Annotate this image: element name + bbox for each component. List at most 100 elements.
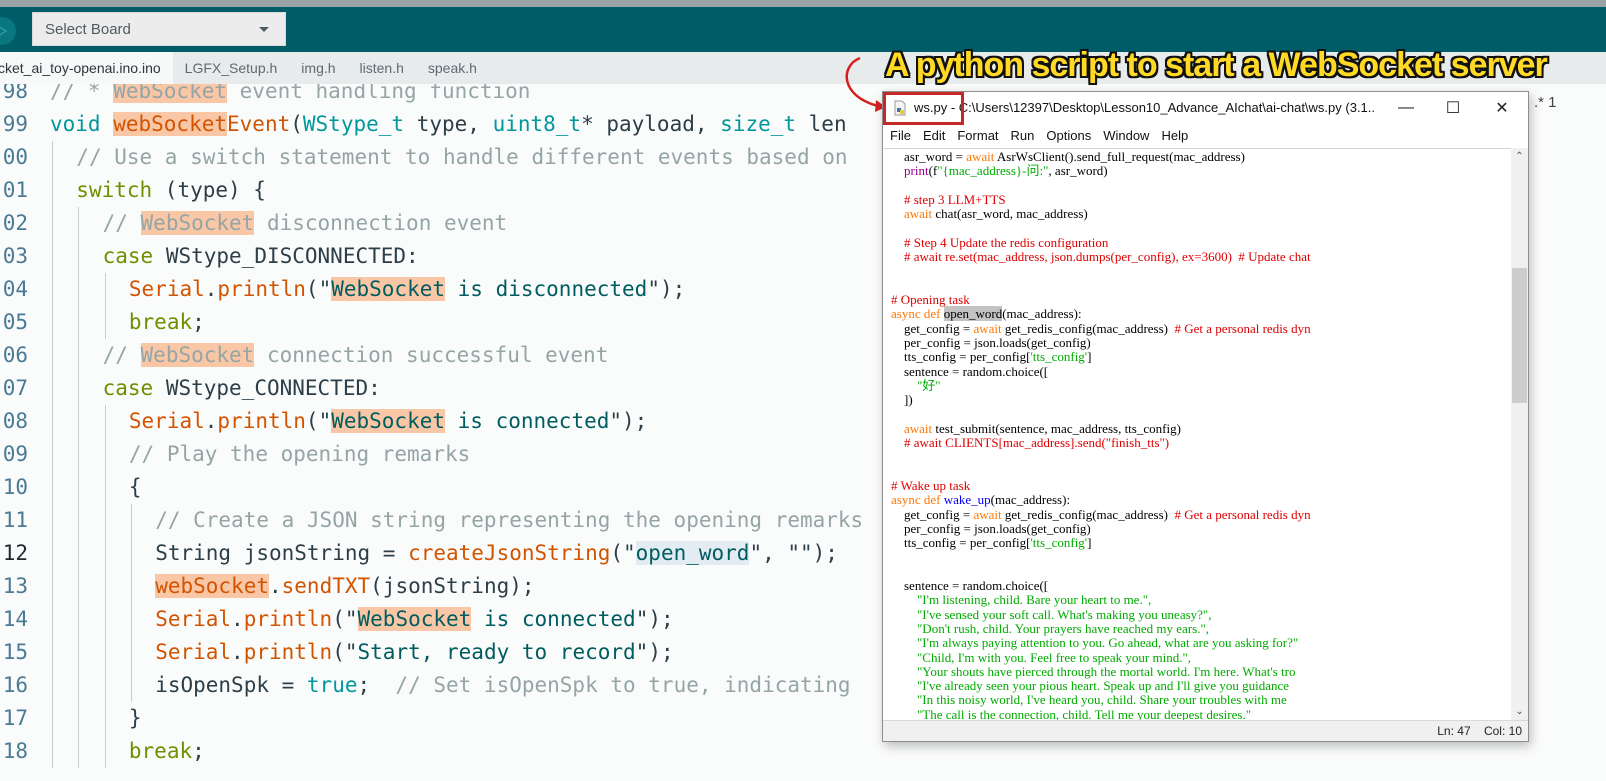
board-select-dropdown[interactable]: Select Board — [32, 12, 286, 46]
python-token: # await re.set(mac_address, json.dumps(p… — [891, 249, 1311, 265]
indent-guide — [104, 471, 106, 504]
indent-guide — [130, 636, 132, 669]
code-token: createJsonString — [408, 541, 611, 565]
idle-status-bar: Ln: 47 Col: 10 — [883, 720, 1528, 741]
code-token: WebSocket — [357, 607, 472, 631]
python-code-line: get_config = await get_redis_config(mac_… — [891, 506, 1311, 522]
minimize-button[interactable]: — — [1383, 92, 1429, 123]
code-text: void webSocketEvent(WStype_t type, uint8… — [50, 108, 847, 141]
code-token: Serial — [128, 277, 205, 301]
indent-guide — [52, 636, 53, 669]
tab-4[interactable]: speak.h — [416, 52, 489, 84]
python-token: "{mac_address}-问:" — [937, 163, 1049, 179]
indent-guide — [52, 537, 53, 570]
code-token: is connected — [445, 409, 610, 433]
menu-item-help[interactable]: Help — [1155, 128, 1194, 143]
tab-2[interactable]: img.h — [289, 52, 347, 84]
code-token: println — [243, 607, 333, 631]
idle-code-area[interactable]: asr_word = await AsrWsClient().send_full… — [884, 148, 1511, 720]
tab-1[interactable]: LGFX_Setup.h — [173, 52, 290, 84]
python-token: "I've already seen your pious heart. Spe… — [891, 678, 1290, 694]
tab-3[interactable]: listen.h — [348, 52, 416, 84]
code-token: (" — [332, 607, 358, 631]
menu-item-edit[interactable]: Edit — [917, 128, 951, 143]
python-token: await — [966, 149, 995, 164]
indent-guide — [52, 438, 53, 471]
python-code-line: "Child, I'm with you. Feel free to speak… — [891, 650, 1191, 665]
code-token: WStype_t — [302, 112, 405, 136]
menu-item-window[interactable]: Window — [1097, 128, 1155, 143]
scrollbar-thumb[interactable] — [1512, 268, 1527, 403]
python-token: (mac_address): — [990, 492, 1071, 508]
maximize-button[interactable]: ☐ — [1430, 92, 1476, 123]
annotation-caption: A python script to start a WebSocket ser… — [885, 46, 1548, 84]
python-code-line: get_config = await get_redis_config(mac_… — [891, 321, 1311, 336]
code-token: "); — [635, 607, 674, 631]
code-token: is connected — [471, 607, 636, 631]
code-token: . — [268, 574, 282, 598]
code-token: "); — [635, 640, 674, 664]
code-token: connection successful event — [254, 343, 609, 367]
python-code-line: per_config = json.loads(get_config) — [891, 334, 1091, 350]
python-code-line: # Step 4 Update the redis configuration — [891, 234, 1109, 250]
indent-guide — [104, 702, 106, 735]
line-number: 03 — [2, 244, 28, 268]
scroll-down-icon[interactable]: ⌄ — [1511, 703, 1528, 720]
indent-guide — [104, 669, 106, 702]
python-token: per_config = json.loads(get_config) — [891, 334, 1091, 350]
python-token: "I'm always paying attention to you. Go … — [891, 635, 1299, 651]
upload-button[interactable] — [0, 17, 16, 45]
menu-item-file[interactable]: File — [883, 128, 917, 143]
python-token: sentence = random.choice([ — [891, 363, 1049, 379]
code-token: } — [128, 706, 142, 730]
code-text: webSocket.sendTXT(jsonString); — [155, 570, 535, 603]
indent-guide — [52, 141, 53, 174]
code-token: { — [128, 475, 142, 499]
code-text: case WStype_CONNECTED: — [103, 372, 381, 405]
code-token: String jsonString = — [155, 541, 409, 565]
line-number: 11 — [2, 508, 28, 532]
window-title-strip — [0, 0, 1606, 7]
menu-item-run[interactable]: Run — [1005, 128, 1041, 143]
python-code-line: sentence = random.choice([ — [891, 578, 1048, 593]
tab-0[interactable]: cket_ai_toy-openai.ino.ino — [0, 52, 173, 84]
indent-guide — [78, 339, 80, 372]
code-token: ; — [192, 739, 205, 763]
indent-guide — [52, 207, 53, 240]
line-number: 07 — [2, 376, 28, 400]
vertical-scrollbar[interactable]: ⌃ ⌄ — [1511, 148, 1528, 720]
idle-title-bar[interactable]: ws.py - C:\Users\12397\Desktop\Lesson10_… — [883, 92, 1528, 123]
code-token: ; — [192, 310, 205, 334]
chevron-down-icon — [259, 27, 269, 32]
close-button[interactable]: ✕ — [1479, 92, 1525, 123]
python-token: tts_config = per_config[ — [891, 535, 1031, 551]
indent-guide — [78, 570, 80, 603]
indent-guide — [78, 207, 80, 240]
python-code-line: ]) — [891, 392, 913, 407]
code-token: sendTXT — [281, 574, 371, 598]
python-token: (mac_address): — [1002, 306, 1082, 322]
code-token: open_word — [635, 541, 750, 565]
line-number: 99 — [2, 112, 28, 136]
code-text: case WStype_DISCONNECTED: — [103, 240, 419, 273]
python-token: # Get a personal redis dyn — [1174, 506, 1311, 522]
indent-guide — [130, 537, 132, 570]
code-token: // Create a JSON string representing the… — [155, 508, 864, 532]
python-token: # Wake up task — [891, 477, 971, 493]
indent-guide — [78, 306, 80, 339]
python-token: wake_up — [943, 492, 991, 508]
code-token: WebSocket — [331, 409, 446, 433]
python-token: async def — [891, 492, 944, 508]
python-token: await — [904, 420, 933, 436]
menu-item-options[interactable]: Options — [1040, 128, 1097, 143]
code-token: (jsonString); — [370, 574, 535, 598]
code-token: disconnection event — [254, 211, 508, 235]
scroll-up-icon[interactable]: ⌃ — [1511, 148, 1528, 165]
code-token: // Use a switch statement to handle diff… — [76, 145, 848, 169]
python-token: # Step 4 Update the redis configuration — [891, 234, 1109, 250]
indent-guide — [104, 570, 106, 603]
indent-guide — [104, 636, 106, 669]
python-code-line: "I've already seen your pious heart. Spe… — [891, 678, 1290, 694]
indent-guide — [52, 372, 53, 405]
menu-item-format[interactable]: Format — [951, 128, 1004, 143]
